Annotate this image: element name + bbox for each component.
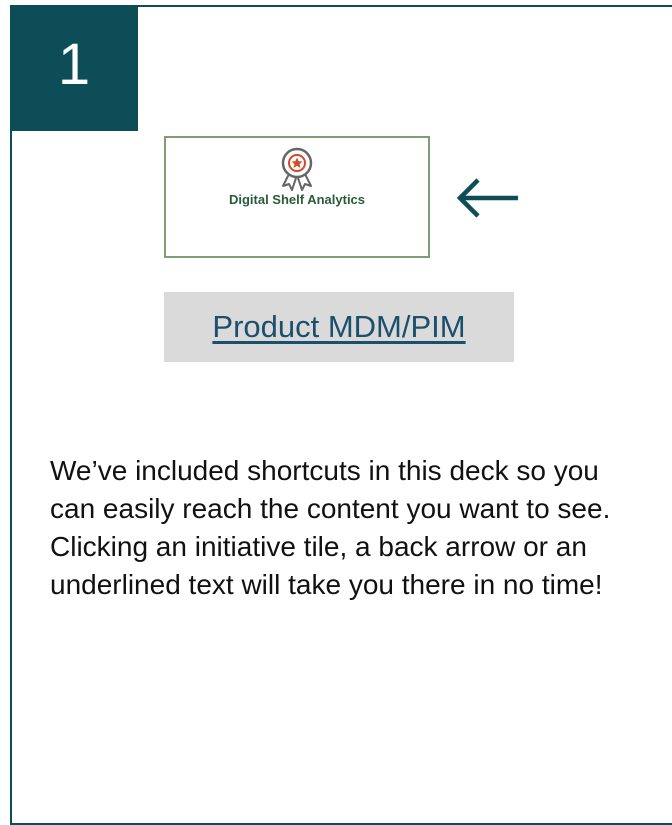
instructions-text: We’ve included shortcuts in this deck so… <box>50 455 611 600</box>
link-text[interactable]: Product MDM/PIM <box>212 309 465 345</box>
award-ribbon-icon <box>281 147 313 191</box>
tile-label: Digital Shelf Analytics <box>228 192 366 207</box>
back-arrow-icon[interactable] <box>452 170 522 226</box>
step-number: 1 <box>57 32 91 97</box>
step-badge: 1 <box>10 5 138 131</box>
product-mdm-pim-link[interactable]: Product MDM/PIM <box>164 292 514 362</box>
initiative-tile[interactable]: Digital Shelf Analytics <box>164 136 430 258</box>
